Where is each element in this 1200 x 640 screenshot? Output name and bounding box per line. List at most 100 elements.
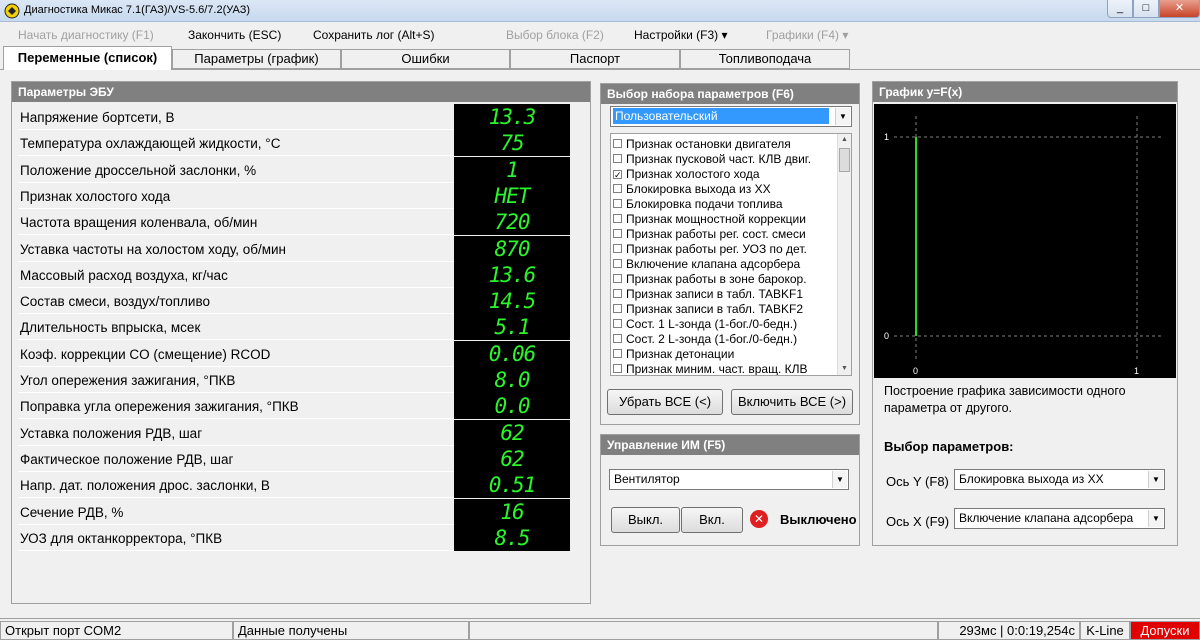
ecu-param-row: Напр. дат. положения дрос. заслонки, В 0.… [18,472,570,499]
param-list-item[interactable]: Признак мощностной коррекции [613,212,806,227]
ecu-param-row: Уставка частоты на холостом ходу, об/мин… [18,235,570,262]
scroll-down-icon[interactable]: ▼ [838,363,851,375]
param-list-item[interactable]: Признак пусковой част. КЛВ двиг. [613,152,811,167]
actuator-on-button[interactable]: Вкл. [681,507,743,533]
window-title: Диагностика Микас 7.1(ГАЗ)/VS-5.6/7.2(УА… [24,4,251,16]
tab-passport[interactable]: Паспорт [510,49,680,69]
chevron-down-icon[interactable]: ▼ [1148,471,1163,488]
x-tick-label: 0 [913,366,918,376]
ecu-param-row: Положение дроссельной заслонки, % 1 [18,156,570,183]
graph-canvas: 0 1 1 0 [874,104,1176,378]
ecu-param-label: Массовый расход воздуха, кг/час [20,267,228,283]
maximize-button[interactable]: □ [1133,0,1159,18]
checkbox-icon[interactable] [613,349,622,358]
chevron-down-icon[interactable]: ▼ [835,108,850,125]
y-tick-label: 0 [884,331,889,341]
title-bar: Диагностика Микас 7.1(ГАЗ)/VS-5.6/7.2(УА… [0,0,1200,22]
checkbox-icon[interactable] [613,244,622,253]
tab-errors[interactable]: Ошибки [341,49,510,69]
x-axis-select[interactable]: Включение клапана адсорбера ▼ [954,508,1165,529]
checkbox-icon[interactable] [613,304,622,313]
menu-finish[interactable]: Закончить (ESC) [188,28,281,42]
param-list-item[interactable]: Признак остановки двигателя [613,137,791,152]
clear-all-button[interactable]: Убрать ВСЕ (<) [607,389,723,415]
y-axis-select[interactable]: Блокировка выхода из ХХ ▼ [954,469,1165,490]
param-list-item-label: Признак остановки двигателя [626,137,791,151]
checkbox-icon[interactable] [613,334,622,343]
param-list-item[interactable]: Блокировка выхода из ХХ [613,182,771,197]
menu-start-diagnostics[interactable]: Начать диагностику (F1) [18,28,154,42]
param-set-selected: Пользовательский [613,108,829,124]
param-list-item[interactable]: ✓ Признак холостого хода [613,167,760,182]
menu-save-log[interactable]: Сохранить лог (Alt+S) [313,28,435,42]
param-checklist[interactable]: Признак остановки двигателя Признак пуско… [610,133,852,376]
ecu-param-label: Частота вращения коленвала, об/мин [20,215,258,231]
checkbox-icon[interactable] [613,259,622,268]
close-window-button[interactable]: ✕ [1159,0,1200,18]
param-list-item[interactable]: Признак работы в зоне барокор. [613,272,807,287]
ecu-param-value: 8.5 [454,524,570,551]
param-list-item[interactable]: Признак записи в табл. TABKF1 [613,287,803,302]
graph-plot: 0 1 1 0 [884,116,1164,376]
actuator-select[interactable]: Вентилятор ▼ [609,469,849,490]
ecu-param-row: Угол опережения зажигания, °ПКВ 8.0 [18,367,570,393]
ecu-param-label: Состав смеси, воздух/топливо [20,294,210,310]
param-list-item[interactable]: Блокировка подачи топлива [613,197,783,212]
checkbox-icon[interactable] [613,229,622,238]
checkbox-icon[interactable] [613,214,622,223]
ecu-param-value: 13.3 [454,104,570,130]
actuator-state: Выключено [780,512,857,527]
tab-params-graph[interactable]: Параметры (график) [172,49,341,69]
y-axis-selected: Блокировка выхода из ХХ [959,472,1104,486]
ecu-param-row: Поправка угла опережения зажигания, °ПКВ… [18,393,570,420]
list-scrollbar[interactable]: ▲ ▼ [837,134,851,375]
scroll-up-icon[interactable]: ▲ [838,134,851,146]
checkbox-icon[interactable] [613,289,622,298]
status-timing: 293мс | 0:0:19,254с [938,621,1080,640]
ecu-param-value: 0.06 [454,340,570,367]
param-set-select[interactable]: Пользовательский ▼ [610,106,852,127]
tab-fuel-supply[interactable]: Топливоподача [680,49,850,69]
scroll-thumb[interactable] [839,148,850,172]
param-set-title: Выбор набора параметров (F6) [601,84,859,104]
checkbox-icon[interactable] [613,139,622,148]
param-list-item[interactable]: Сост. 2 L-зонда (1-бог./0-бедн.) [613,332,797,347]
checkbox-icon[interactable] [613,184,622,193]
checkbox-icon[interactable] [613,274,622,283]
chevron-down-icon[interactable]: ▼ [832,471,847,488]
param-list-item[interactable]: Сост. 1 L-зонда (1-бог./0-бедн.) [613,317,797,332]
ecu-param-value: 14.5 [454,288,570,315]
graph-caption: Построение графика зависимости одного па… [884,384,1126,415]
ecu-param-label: Уставка положения РДВ, шаг [20,425,203,441]
chevron-down-icon[interactable]: ▼ [1148,510,1163,527]
ecu-param-label: Сечение РДВ, % [20,504,124,520]
status-spacer [469,621,938,640]
ecu-param-row: Температура охлаждающей жидкости, °С 75 [18,130,570,157]
checkbox-icon[interactable] [613,364,622,373]
checkbox-icon[interactable] [613,154,622,163]
menu-settings[interactable]: Настройки (F3) ▾ [634,28,728,42]
param-list-item[interactable]: Признак работы рег. сост. смеси [613,227,806,242]
param-list-item-label: Признак детонации [626,347,735,361]
minimize-button[interactable]: _ [1107,0,1133,18]
include-all-button[interactable]: Включить ВСЕ (>) [731,389,853,415]
param-list-item[interactable]: Признак детонации [613,347,734,362]
actuator-off-button[interactable]: Выкл. [611,507,680,533]
param-list-item-label: Признак записи в табл. TABKF1 [626,287,804,301]
param-list-item[interactable]: Признак работы рег. УОЗ по дет. [613,242,807,257]
param-list-item[interactable]: Признак записи в табл. TABKF2 [613,302,803,317]
ecu-param-label: Коэф. коррекции CO (смещение) RCOD [20,346,271,362]
param-list-item-label: Сост. 2 L-зонда (1-бог./0-бедн.) [626,332,798,346]
menu-charts[interactable]: Графики (F4) ▾ [766,28,848,42]
ecu-param-row: Признак холостого хода НЕТ [18,182,570,209]
actuator-selected: Вентилятор [614,472,680,486]
menu-select-block[interactable]: Выбор блока (F2) [506,28,604,42]
param-list-item[interactable]: Включение клапана адсорбера [613,257,800,272]
tab-variables-list[interactable]: Переменные (список) [3,46,172,70]
checkbox-checked-icon[interactable]: ✓ [613,170,622,180]
checkbox-icon[interactable] [613,319,622,328]
ecu-param-value: 720 [454,209,570,236]
status-tolerances[interactable]: Допуски [1130,621,1200,640]
checkbox-icon[interactable] [613,199,622,208]
param-list-item[interactable]: Признак миним. част. вращ. КЛВ [613,362,807,375]
